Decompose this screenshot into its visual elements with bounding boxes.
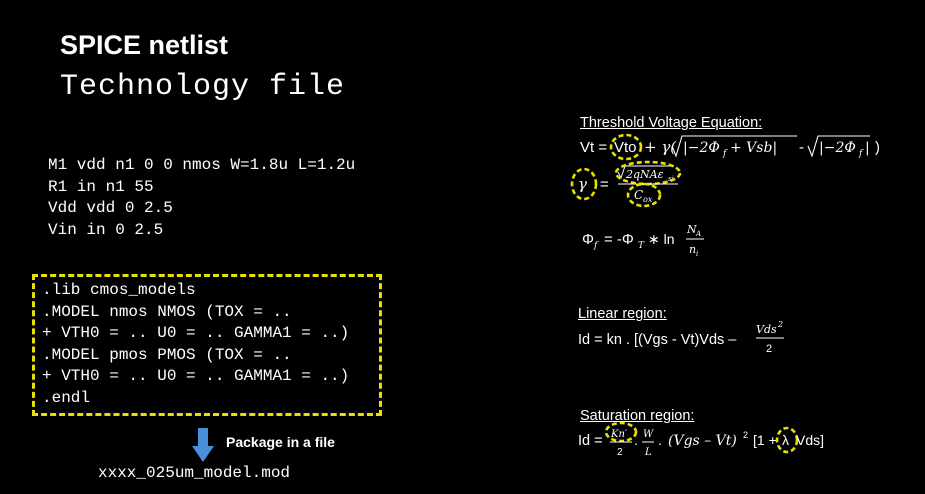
- minus-sign: -: [799, 139, 804, 156]
- threshold-header: Threshold Voltage Equation:: [580, 115, 763, 131]
- fermi-potential-equation: Φ f = -Φ T ∗ ln N A n i: [582, 223, 704, 258]
- model-file-name: xxxx_025um_model.mod: [98, 464, 291, 482]
- phi-ln: ∗ ln: [648, 231, 675, 247]
- phi-eq: = -Φ: [604, 231, 634, 248]
- sqrt2-body: |−2Φ: [819, 140, 856, 156]
- linear-header: Linear region:: [578, 306, 667, 322]
- netlist-line: Vdd vdd 0 2.5: [48, 199, 173, 217]
- sat-vgs: (Vgs – Vt): [668, 433, 737, 449]
- sqrt2-sub: f: [858, 149, 864, 159]
- close-paren: ): [875, 139, 880, 156]
- sat-dot-2: .: [658, 432, 662, 448]
- sat-lambda: λ: [782, 432, 789, 448]
- gamma-numerator: 2qNAε: [625, 168, 664, 181]
- library-line: + VTH0 = .. U0 = .. GAMMA1 = ..): [42, 324, 350, 342]
- sqrt1-body: |−2Φ: [683, 140, 720, 156]
- slide-title: SPICE netlist: [60, 30, 229, 60]
- sqrt1-sub: f: [722, 149, 728, 159]
- library-line: .MODEL pmos PMOS (TOX = ..: [42, 345, 292, 364]
- phi-denominator-sub: i: [696, 250, 698, 258]
- sat-l: L: [644, 447, 652, 458]
- linear-fraction-exponent: 2: [777, 320, 783, 329]
- library-line: .MODEL nmos NMOS (TOX = ..: [42, 302, 292, 321]
- netlist-line: R1 in n1 55: [48, 177, 154, 196]
- linear-fraction-denominator: 2: [766, 343, 772, 355]
- phi-t-sub: T: [638, 241, 645, 251]
- gamma-denominator: C: [634, 188, 643, 202]
- sat-id: Id =: [578, 433, 603, 449]
- saturation-equation: Id = Kn′ 2 . W L . (Vgs – Vt) 2 [1 + λ V…: [578, 421, 824, 458]
- sat-dot: .: [634, 432, 638, 448]
- threshold-equation: Vt = Vto + γ( |−2Φ f + Vsb| - |−2Φ f | )…: [570, 133, 880, 208]
- gamma-denominator-sub: ox: [643, 195, 653, 204]
- gamma-symbol: γ: [578, 175, 587, 193]
- package-label: Package in a file: [226, 434, 335, 450]
- phi-f-sub: f: [593, 241, 599, 251]
- slide-subtitle: Technology file: [60, 70, 346, 104]
- netlist-line: Vin in 0 2.5: [48, 220, 164, 239]
- phi-f: Φ: [582, 231, 594, 248]
- down-arrow-icon: [192, 428, 214, 462]
- sqrt2-rest: |: [865, 140, 870, 156]
- library-line: .endl: [42, 388, 91, 407]
- sat-bracket: [1 +: [753, 432, 777, 448]
- gamma-equals: =: [600, 176, 609, 193]
- linear-fraction-numerator: Vds: [756, 323, 777, 336]
- library-line: + VTH0 = .. U0 = .. GAMMA1 = ..): [42, 367, 350, 385]
- vt-prefix: Vt =: [580, 139, 607, 156]
- linear-equation: Id = kn . [(Vgs - Vt)Vds –: [578, 332, 737, 348]
- vto-term: Vto: [614, 139, 637, 156]
- netlist-block: M1 vdd n1 0 0 nmos W=1.8u L=1.2u R1 in n…: [48, 155, 355, 241]
- sat-two: 2: [617, 447, 623, 458]
- sat-exponent: 2: [743, 430, 748, 440]
- sat-vds: Vds]: [796, 432, 824, 448]
- phi-numerator-sub: A: [695, 230, 701, 238]
- netlist-line: M1 vdd n1 0 0 nmos W=1.8u L=1.2u: [48, 156, 356, 174]
- sat-w: W: [643, 429, 654, 440]
- linear-fraction: Vds 2 2: [756, 320, 784, 355]
- sqrt1-rest: + Vsb|: [730, 140, 777, 156]
- library-line: .lib cmos_models: [42, 281, 196, 299]
- library-block: .lib cmos_models .MODEL nmos NMOS (TOX =…: [42, 280, 349, 409]
